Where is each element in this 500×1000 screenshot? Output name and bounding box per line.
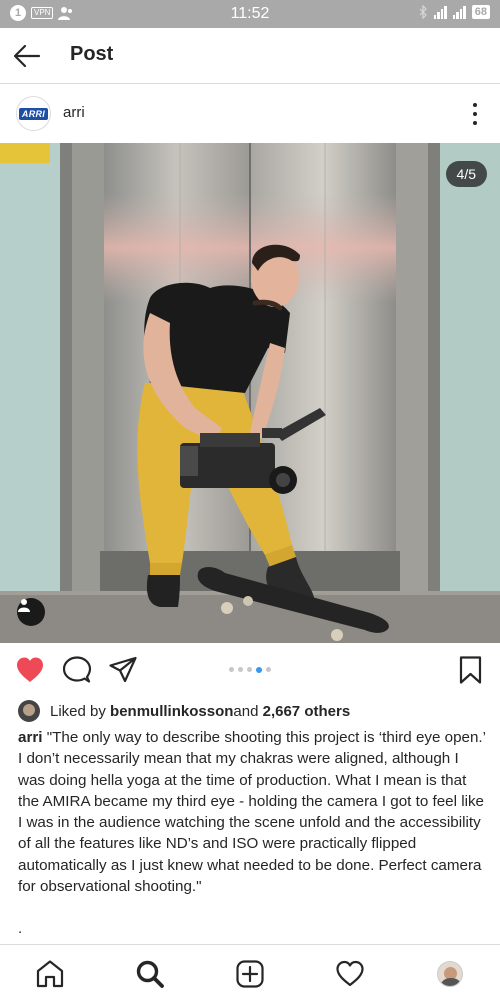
carousel-counter: 4/5 (445, 161, 487, 187)
post-actions (0, 643, 500, 695)
arrow-left-icon[interactable] (12, 41, 42, 71)
signal-icon-1 (433, 5, 447, 19)
likes-user[interactable]: benmullinkosson (110, 703, 233, 720)
post-photo[interactable]: 4/5 (0, 143, 500, 643)
status-bar-right: 68 (418, 5, 490, 19)
carousel-dot (256, 666, 262, 673)
carousel-indicator (0, 666, 500, 673)
photo-illustration (0, 143, 500, 643)
search-icon[interactable] (135, 959, 165, 989)
arri-logo: ARRI (18, 107, 49, 120)
profile-avatar[interactable] (437, 961, 463, 987)
caption-username[interactable]: arri (18, 729, 43, 746)
carousel-dot (266, 667, 271, 672)
likes-prefix: Liked by (50, 702, 106, 720)
page-title: Post (70, 43, 114, 65)
likes-others[interactable]: 2,667 others (263, 703, 351, 720)
status-bar: 1 VPN 11:52 68 (0, 0, 500, 28)
battery-icon: 68 (471, 5, 490, 19)
post-header: Post (0, 28, 500, 84)
more-vertical-icon[interactable] (472, 103, 478, 125)
bottom-navigation (0, 944, 500, 1000)
bookmark-icon[interactable] (457, 655, 487, 685)
liker-avatar[interactable] (18, 700, 40, 722)
carousel-dot (229, 667, 234, 672)
carousel-dot (247, 667, 252, 672)
carousel-dot (238, 667, 243, 672)
author-avatar[interactable]: ARRI (16, 96, 51, 131)
signal-icon-2 (452, 5, 466, 19)
likes-middle: and (233, 702, 259, 720)
home-icon[interactable] (35, 959, 65, 989)
caption-trailing: . (18, 920, 23, 937)
add-post-icon[interactable] (235, 959, 265, 989)
heart-outline-icon[interactable] (335, 959, 365, 989)
post-author-row: ARRI arri (0, 85, 500, 143)
bluetooth-icon (419, 5, 427, 19)
likes-summary[interactable]: Liked by benmullinkosson and 2,667 other… (18, 699, 350, 723)
user-tag-icon[interactable] (17, 598, 45, 626)
post-caption: arri "The only way to describe shooting … (18, 727, 486, 897)
author-username[interactable]: arri (63, 104, 85, 121)
caption-text: "The only way to describe shooting this … (18, 729, 486, 896)
